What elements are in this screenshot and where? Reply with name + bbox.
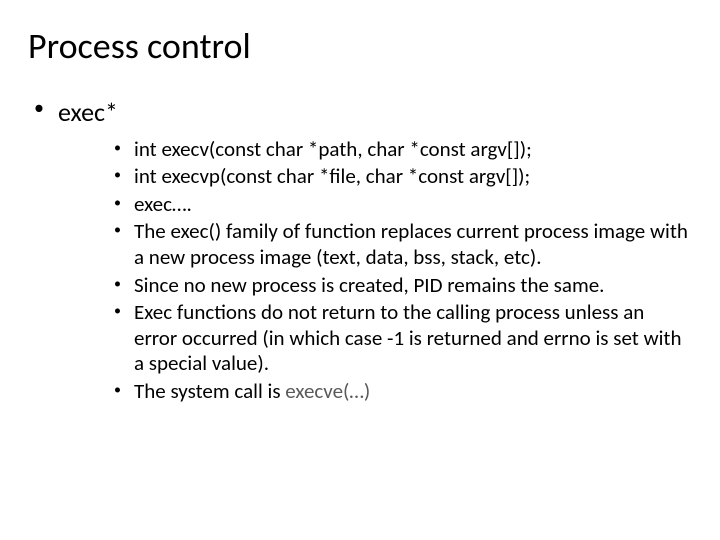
list-item: exec…. xyxy=(114,192,692,218)
list-item-text: The exec() family of function replaces c… xyxy=(134,218,688,270)
list-item: int execvp(const char *file, char *const… xyxy=(114,164,692,190)
list-item: The exec() family of function replaces c… xyxy=(114,219,692,270)
slide: Process control exec* int execv(const ch… xyxy=(0,0,720,540)
list-item-text: Exec functions do not return to the call… xyxy=(134,299,682,376)
list-item: int execv(const char *path, char *const … xyxy=(114,137,692,163)
list-item: The system call is execve(…) xyxy=(114,379,692,405)
page-title: Process control xyxy=(28,24,692,68)
inner-list: int execv(const char *path, char *const … xyxy=(58,137,692,405)
list-item-text: The system call is xyxy=(134,378,285,404)
list-item: Exec functions do not return to the call… xyxy=(114,300,692,377)
syscall-name: execve(…) xyxy=(285,378,370,404)
outer-item-label: exec* xyxy=(58,96,118,128)
outer-item-exec: exec* int execv(const char *path, char *… xyxy=(28,96,692,405)
list-item-text: exec…. xyxy=(134,191,192,217)
list-item-text: Since no new process is created, PID rem… xyxy=(134,272,604,298)
list-item-text: int execv(const char *path, char *const … xyxy=(134,136,532,162)
list-item: Since no new process is created, PID rem… xyxy=(114,273,692,299)
outer-list: exec* int execv(const char *path, char *… xyxy=(28,96,692,405)
list-item-text: int execvp(const char *file, char *const… xyxy=(134,163,530,189)
